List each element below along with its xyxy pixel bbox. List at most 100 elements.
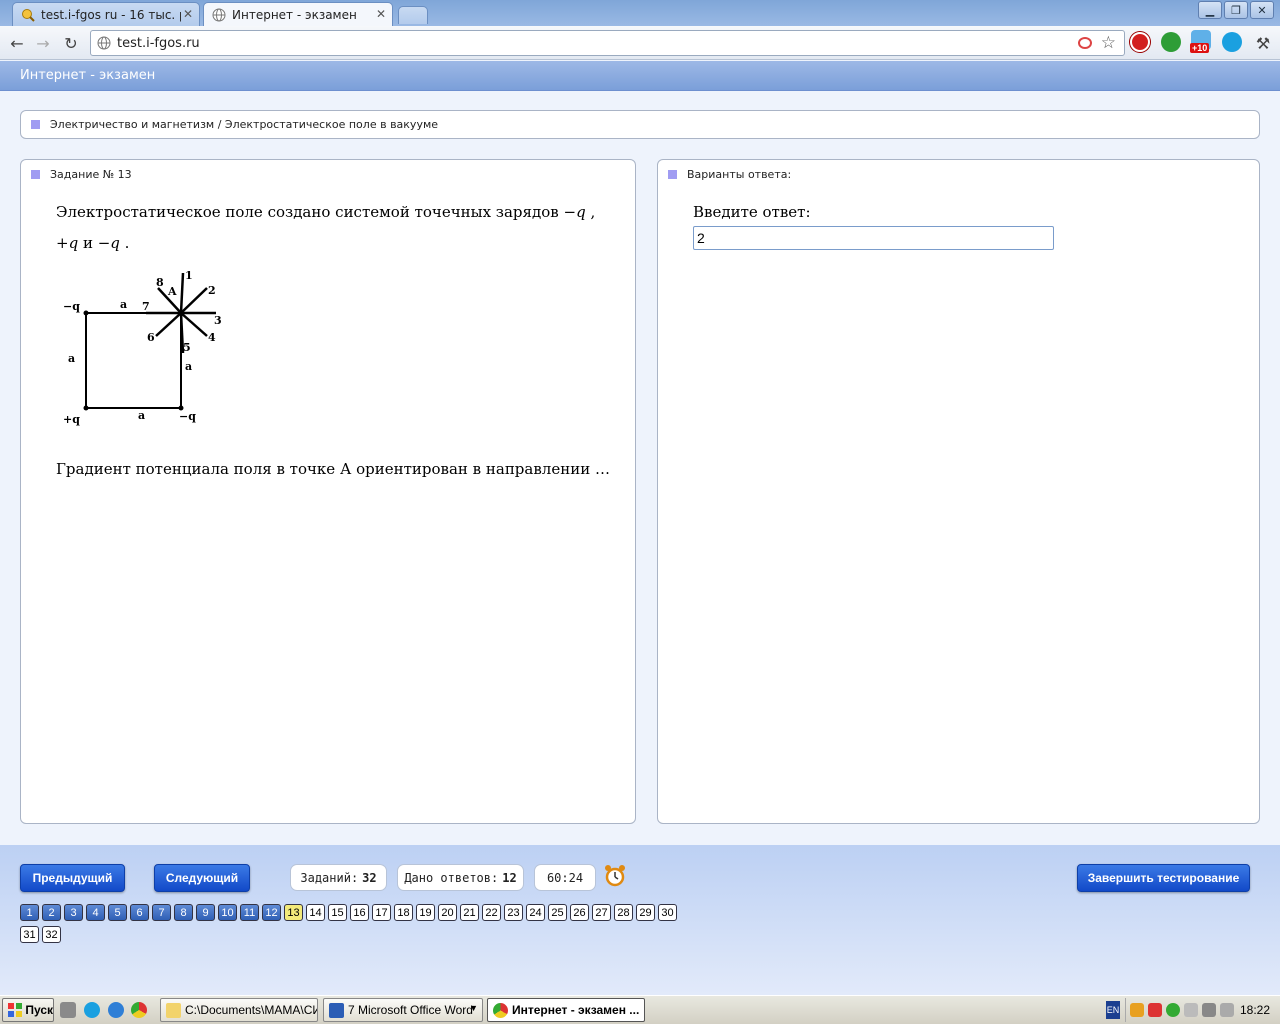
browser-tab-bar: test.i-fgos ru - 16 тыс. резуль ✕ Интерн… — [0, 0, 1280, 26]
question-number-31[interactable]: 31 — [20, 926, 39, 943]
question-number-7[interactable]: 7 — [152, 904, 171, 921]
question-number-11[interactable]: 11 — [240, 904, 259, 921]
translate-icon[interactable] — [1078, 37, 1092, 49]
question-number-26[interactable]: 26 — [570, 904, 589, 921]
new-tab-button[interactable] — [398, 6, 428, 24]
answer-input[interactable] — [693, 226, 1054, 250]
wrench-icon[interactable]: ⚒ — [1252, 32, 1274, 54]
taskbar-item-folder[interactable]: C:\Documents\МАМА\СИ... — [160, 998, 318, 1022]
question-number-28[interactable]: 28 — [614, 904, 633, 921]
ray-1 — [179, 272, 185, 314]
answers-count: 12 — [502, 870, 517, 885]
alarm-clock-icon — [604, 864, 626, 891]
question-number-8[interactable]: 8 — [174, 904, 193, 921]
tab-internet-exam[interactable]: Интернет - экзамен ✕ — [203, 2, 393, 26]
direction-label: 3 — [214, 314, 222, 327]
question-number-5[interactable]: 5 — [108, 904, 127, 921]
question-number-20[interactable]: 20 — [438, 904, 457, 921]
chrome-icon[interactable] — [131, 1002, 147, 1018]
question-number-10[interactable]: 10 — [218, 904, 237, 921]
direction-label: 4 — [208, 331, 216, 344]
question-number-21[interactable]: 21 — [460, 904, 479, 921]
windows-taskbar: Пуск C:\Documents\МАМА\СИ... 7 Microsoft… — [0, 995, 1280, 1024]
question-number-9[interactable]: 9 — [196, 904, 215, 921]
direction-label: 1 — [185, 269, 193, 282]
tab-search-results[interactable]: test.i-fgos ru - 16 тыс. резуль ✕ — [12, 2, 200, 26]
question-number-24[interactable]: 24 — [526, 904, 545, 921]
clock: 18:22 — [1239, 1003, 1270, 1017]
bookmark-star-icon[interactable]: ☆ — [1101, 33, 1116, 53]
stop-extension-icon[interactable] — [1130, 32, 1150, 52]
start-button[interactable]: Пуск — [2, 998, 54, 1022]
point-label: A — [167, 285, 177, 298]
square-bullet-icon — [31, 120, 40, 129]
finish-test-button[interactable]: Завершить тестирование — [1077, 864, 1250, 892]
app-title: Интернет - экзамен — [20, 68, 156, 83]
question-text-line2: +q и −q . — [56, 234, 130, 252]
forward-arrow-icon[interactable]: → — [32, 32, 54, 54]
close-icon[interactable]: ✕ — [183, 7, 193, 21]
question-number-3[interactable]: 3 — [64, 904, 83, 921]
tray-antivirus-icon[interactable] — [1148, 1003, 1162, 1017]
torrent-extension-icon[interactable] — [1161, 32, 1181, 52]
question-text: Электростатическое поле создано системой… — [56, 203, 559, 221]
question-number-14[interactable]: 14 — [306, 904, 325, 921]
tray-app-icon[interactable] — [1130, 1003, 1144, 1017]
question-number-25[interactable]: 25 — [548, 904, 567, 921]
question-number-29[interactable]: 29 — [636, 904, 655, 921]
question-number-15[interactable]: 15 — [328, 904, 347, 921]
taskbar-item-word[interactable]: 7 Microsoft Office Word ▼ — [323, 998, 483, 1022]
minimize-button[interactable]: ▁ — [1198, 1, 1222, 19]
question-number-6[interactable]: 6 — [130, 904, 149, 921]
question-prompt: Градиент потенциала поля в точке А ориен… — [56, 460, 610, 478]
close-icon[interactable]: ✕ — [376, 7, 386, 21]
tray-torrent-icon[interactable] — [1166, 1003, 1180, 1017]
taskbar-item-chrome[interactable]: Интернет - экзамен ... — [487, 998, 645, 1022]
tray-misc-icon[interactable] — [1220, 1003, 1234, 1017]
question-number-16[interactable]: 16 — [350, 904, 369, 921]
question-number-12[interactable]: 12 — [262, 904, 281, 921]
charge-symbol: −q — [97, 234, 120, 252]
question-number-27[interactable]: 27 — [592, 904, 611, 921]
question-number-18[interactable]: 18 — [394, 904, 413, 921]
volume-icon[interactable] — [1202, 1003, 1216, 1017]
question-number-1[interactable]: 1 — [20, 904, 39, 921]
question-number-22[interactable]: 22 — [482, 904, 501, 921]
next-button[interactable]: Следующий — [154, 864, 250, 892]
browser-toolbar: ← → ↻ test.i-fgos.ru ☆ +10 ⚒ — [0, 26, 1280, 60]
task-heading: Задание № 13 — [50, 168, 132, 181]
direction-label: 2 — [208, 284, 216, 297]
question-number-4[interactable]: 4 — [86, 904, 105, 921]
square-bullet-icon — [31, 170, 40, 179]
tasks-count-pill: Заданий: 32 — [290, 864, 387, 891]
system-tray: EN 18:22 — [1106, 998, 1280, 1022]
reload-icon[interactable]: ↻ — [60, 32, 82, 54]
internet-explorer-icon[interactable] — [108, 1002, 124, 1018]
question-number-17[interactable]: 17 — [372, 904, 391, 921]
ray-6 — [155, 312, 182, 337]
side-label: a — [120, 298, 127, 311]
address-bar[interactable]: test.i-fgos.ru ☆ — [90, 30, 1125, 56]
network-icon[interactable] — [1184, 1003, 1198, 1017]
language-indicator[interactable]: EN — [1106, 1001, 1120, 1019]
close-window-button[interactable]: ✕ — [1250, 1, 1274, 19]
question-number-13[interactable]: 13 — [284, 904, 303, 921]
back-arrow-icon[interactable]: ← — [6, 32, 28, 54]
skype-extension-icon[interactable] — [1222, 32, 1242, 52]
question-number-23[interactable]: 23 — [504, 904, 523, 921]
app-header: Интернет - экзамен — [0, 61, 1280, 91]
direction-label: 8 — [156, 276, 164, 289]
tasks-count: 32 — [362, 870, 377, 885]
skype-icon[interactable] — [84, 1002, 100, 1018]
question-number-2[interactable]: 2 — [42, 904, 61, 921]
quicklaunch-tool-icon[interactable] — [60, 1002, 76, 1018]
folder-icon — [166, 1003, 181, 1018]
question-number-30[interactable]: 30 — [658, 904, 677, 921]
page-info-icon[interactable] — [97, 36, 111, 53]
restore-button[interactable]: ❐ — [1224, 1, 1248, 19]
question-number-19[interactable]: 19 — [416, 904, 435, 921]
previous-button[interactable]: Предыдущий — [20, 864, 125, 892]
task-panel: Задание № 13 Электростатическое поле соз… — [20, 159, 636, 824]
question-number-32[interactable]: 32 — [42, 926, 61, 943]
side-label: a — [185, 360, 192, 373]
